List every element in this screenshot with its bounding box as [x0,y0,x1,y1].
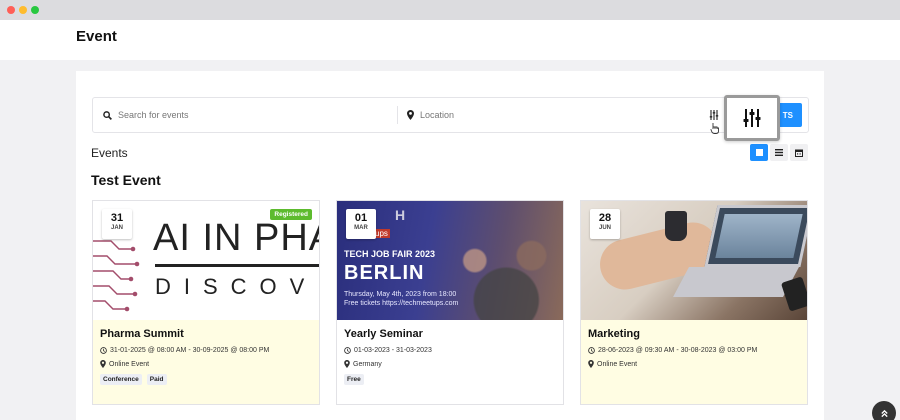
event-datetime: 28-06-2023 @ 09:30 AM - 30-08-2023 @ 03:… [588,347,800,354]
event-tags: Conference Paid [100,374,312,385]
event-datetime: 01-03-2023 - 31-03-2023 [344,347,556,354]
search-bar [92,97,809,134]
location-input[interactable] [420,110,670,120]
page-title: Event [76,28,117,45]
event-card-pharma-summit[interactable]: AI IN PHA DISCOV 31 JAN Registered Pharm… [92,200,320,405]
filter-sliders-icon [743,109,761,127]
event-image: 28 JUN [581,201,807,320]
date-badge: 01 MAR [346,209,376,239]
event-image-text-1: AI IN PHA [153,217,319,259]
calendar-view-button[interactable] [790,144,808,161]
date-day: 31 [110,212,124,224]
event-image-laptop-screen [715,214,803,258]
registered-badge: Registered [270,209,312,220]
date-month: JAN [110,225,123,231]
events-heading: Events [91,146,128,160]
event-datetime-text: 31-01-2025 @ 08:00 AM - 30-09-2025 @ 08:… [110,347,270,354]
event-image-cup [665,211,687,241]
location-field [407,98,670,132]
event-datetime: 31-01-2025 @ 08:00 AM - 30-09-2025 @ 08:… [100,347,312,354]
filter-button-highlight[interactable] [724,95,780,141]
page-header: Event [0,20,900,60]
tag-conference[interactable]: Conference [100,374,142,385]
card-body: Yearly Seminar 01-03-2023 - 31-03-2023 G… [337,320,563,404]
list-view-icon [775,149,783,156]
grid-view-button[interactable] [750,144,768,161]
event-datetime-text: 01-03-2023 - 31-03-2023 [354,347,432,354]
calendar-view-icon [795,149,803,157]
window-minimize-dot[interactable] [19,6,27,14]
event-image: AI IN PHA DISCOV 31 JAN Registered [93,201,319,320]
event-image-rule [155,264,319,267]
search-events-button-label: TS [782,110,793,120]
filter-sliders-icon-small[interactable] [709,110,719,120]
double-chevron-up-icon [880,409,888,417]
tag-free[interactable]: Free [344,374,364,385]
event-location-text: Online Event [597,360,638,368]
hand-cursor-icon [710,123,719,134]
event-location-text: Online Event [109,360,150,368]
event-image-text-2: BERLIN [344,262,425,284]
events-panel: TS Events Test Event [76,71,824,420]
date-month: JUN [598,225,611,231]
card-body: Marketing 28-06-2023 @ 09:30 AM - 30-08-… [581,320,807,404]
event-image-logo-letter: H [395,207,406,223]
event-title[interactable]: Yearly Seminar [344,328,556,340]
search-divider [397,106,398,124]
event-image-text-2: DISCOV [155,274,318,299]
scroll-to-top-button[interactable] [872,401,896,420]
event-card-yearly-seminar[interactable]: H ups TECH JOB FAIR 2023 BERLIN Thursday… [336,200,564,405]
date-day: 28 [598,212,612,224]
location-pin-icon [100,360,106,368]
event-image-text-3: Thursday, May 4th, 2023 from 18:00 [344,291,457,298]
event-tags: Free [344,374,556,385]
event-image-text-4: Free tickets https://techmeetups.com [344,300,459,307]
event-image-keyboard [673,267,799,297]
location-pin-icon [588,360,594,368]
grid-view-icon [755,149,763,156]
event-title[interactable]: Pharma Summit [100,328,312,340]
event-image-text-1: TECH JOB FAIR 2023 [344,249,436,259]
event-datetime-text: 28-06-2023 @ 09:30 AM - 30-08-2023 @ 03:… [598,347,758,354]
event-card-marketing[interactable]: 28 JUN Marketing 28-06-2023 @ 09:30 AM -… [580,200,808,405]
date-month: MAR [354,225,368,231]
location-pin-icon [344,360,350,368]
section-title: Test Event [91,172,161,188]
event-title[interactable]: Marketing [588,328,800,340]
clock-icon [100,347,107,354]
location-pin-icon [407,110,414,120]
date-badge: 28 JUN [590,209,620,239]
date-day: 01 [354,212,368,224]
event-location: Online Event [588,360,800,368]
clock-icon [588,347,595,354]
search-icon [103,110,112,120]
browser-chrome [0,0,900,20]
clock-icon [344,347,351,354]
date-badge: 31 JAN [102,209,132,239]
list-view-button[interactable] [770,144,788,161]
card-body: Pharma Summit 31-01-2025 @ 08:00 AM - 30… [93,320,319,404]
event-location: Germany [344,360,556,368]
search-field [103,98,368,132]
event-image-laptop [704,205,807,267]
view-toggle-group [750,144,808,161]
event-location-text: Germany [353,360,382,368]
window-maximize-dot[interactable] [31,6,39,14]
tag-paid[interactable]: Paid [146,374,167,385]
event-image: H ups TECH JOB FAIR 2023 BERLIN Thursday… [337,201,563,320]
event-image-caption: Thursday, May 4th, 2023 from 18:00 Free … [344,290,458,308]
window-close-dot[interactable] [7,6,15,14]
search-input[interactable] [118,110,368,120]
event-location: Online Event [100,360,312,368]
